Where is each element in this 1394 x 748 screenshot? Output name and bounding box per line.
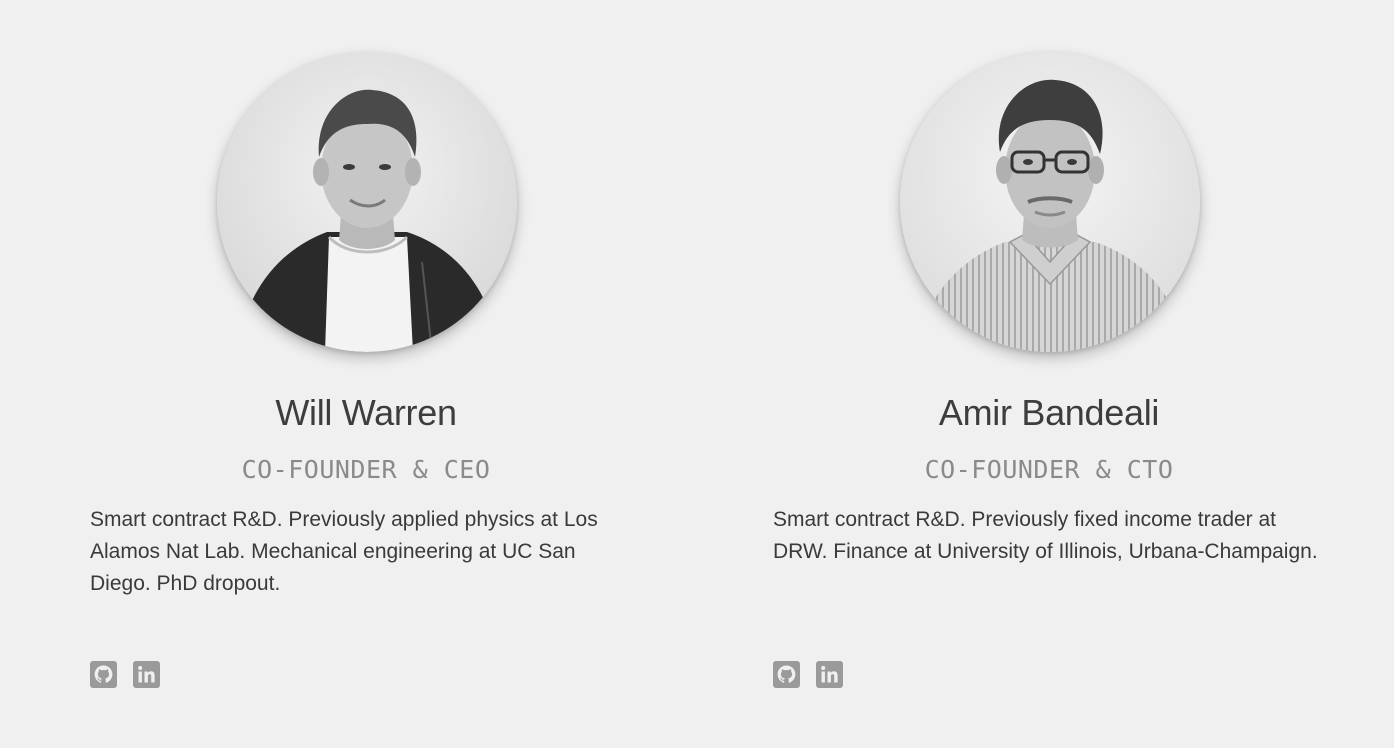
member-role: CO-FOUNDER & CTO	[924, 455, 1174, 484]
team-member-card: Amir Bandeali CO-FOUNDER & CTO Smart con…	[773, 0, 1325, 748]
portrait-photo	[217, 52, 517, 352]
portrait-photo	[900, 52, 1200, 352]
social-links	[773, 661, 843, 689]
linkedin-link[interactable]	[816, 661, 843, 688]
linkedin-icon	[133, 661, 160, 688]
github-icon	[773, 661, 800, 688]
github-link[interactable]	[773, 661, 800, 688]
github-link[interactable]	[90, 661, 117, 688]
social-links	[90, 661, 160, 689]
avatar	[900, 52, 1200, 352]
member-role: CO-FOUNDER & CEO	[241, 455, 491, 484]
member-name: Amir Bandeali	[938, 392, 1160, 433]
member-bio: Smart contract R&D. Previously fixed inc…	[773, 508, 1318, 563]
linkedin-icon	[816, 661, 843, 688]
member-bio: Smart contract R&D. Previously applied p…	[90, 508, 598, 595]
member-name: Will Warren	[275, 392, 457, 433]
avatar	[217, 52, 517, 352]
linkedin-link[interactable]	[133, 661, 160, 688]
team-member-card: Will Warren CO-FOUNDER & CEO Smart contr…	[90, 0, 642, 748]
github-icon	[90, 661, 117, 688]
